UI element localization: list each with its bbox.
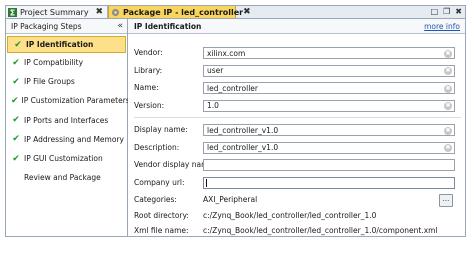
step-label: IP File Groups	[24, 77, 75, 87]
library-field[interactable]: user ✖	[203, 64, 455, 77]
section-title: IP Identification	[134, 21, 202, 31]
maximize-icon[interactable]: ❐	[443, 7, 450, 17]
xml-file-name-label: Xml file name:	[134, 226, 189, 235]
description-label: Description:	[134, 142, 180, 152]
display-name-value: led_controller_v1.0	[207, 125, 279, 135]
categories-row: Categories:	[134, 193, 204, 206]
company-url-field[interactable]	[203, 176, 455, 189]
version-field[interactable]: 1.0 ✖	[203, 99, 455, 112]
sigma-icon: Σ	[8, 7, 17, 17]
step-ip-ports-and-interfaces[interactable]: ✔ IP Ports and Interfaces	[6, 111, 127, 130]
categories-label: Categories:	[134, 195, 177, 204]
check-icon: ✔	[12, 134, 20, 145]
vendor-row: Vendor:	[134, 46, 204, 59]
package-ip-window: Σ Project Summary ✖ Package IP - led_con…	[5, 5, 466, 237]
categories-value: AXI_Peripheral	[203, 195, 258, 204]
close-icon[interactable]: ✖	[243, 7, 251, 17]
company-url-label: Company url:	[134, 177, 185, 187]
clear-icon[interactable]: ✖	[444, 84, 452, 93]
xml-file-name-value: c:/Zynq_Book/led_controller/led_controll…	[203, 226, 438, 235]
edit-categories-button[interactable]: ...	[439, 193, 453, 207]
step-label: IP GUI Customization	[24, 154, 103, 164]
display-name-label: Display name:	[134, 125, 188, 134]
check-icon: ✔	[12, 76, 20, 87]
company-url-row: Company url:	[134, 176, 204, 189]
library-row: Library:	[134, 64, 204, 77]
step-label: IP Customization Parameters	[21, 96, 130, 106]
name-label: Name:	[134, 83, 159, 92]
vendor-display-name-label: Vendor display name:	[134, 160, 216, 169]
check-icon: ✔	[14, 39, 22, 50]
step-review-and-package[interactable]: Review and Package	[6, 168, 127, 187]
library-value: user	[207, 66, 224, 75]
step-ip-addressing-and-memory[interactable]: ✔ IP Addressing and Memory	[6, 130, 127, 149]
vendor-field[interactable]: xilinx.com ✖	[203, 47, 455, 59]
vendor-label: Vendor:	[134, 48, 163, 57]
divider	[134, 117, 461, 118]
close-icon[interactable]: ✖	[95, 7, 103, 17]
clear-icon[interactable]: ✖	[444, 102, 452, 110]
step-label: IP Identification	[26, 40, 94, 49]
gear-icon	[111, 8, 120, 17]
check-icon: ✔	[12, 115, 20, 126]
ip-packaging-steps-panel: IP Packaging Steps « ✔ IP Identification…	[6, 19, 130, 236]
xml-file-name-row: Xml file name:	[134, 224, 204, 236]
vendor-display-name-row: Vendor display name:	[134, 158, 216, 171]
step-ip-identification[interactable]: ✔ IP Identification	[7, 36, 126, 53]
identification-header: IP Identification more info	[128, 19, 465, 34]
root-directory-value: c:/Zynq_Book/led_controller/led_controll…	[203, 211, 377, 220]
check-icon: ✔	[12, 153, 20, 164]
collapse-icon[interactable]: «	[117, 21, 123, 31]
name-field[interactable]: led_controller ✖	[203, 82, 455, 94]
version-row: Version:	[134, 99, 204, 112]
vendor-value: xilinx.com	[207, 48, 246, 58]
root-directory-row: Root directory:	[134, 209, 204, 222]
library-label: Library:	[134, 65, 163, 75]
display-name-field[interactable]: led_controller_v1.0 ✖	[203, 124, 455, 136]
description-field[interactable]: led_controller_v1.0 ✖	[203, 141, 455, 154]
tab-label: Package IP - led_controller	[123, 7, 244, 17]
check-icon: ✔	[11, 95, 19, 106]
clear-icon[interactable]: ✖	[444, 49, 452, 58]
display-name-row: Display name:	[134, 123, 204, 136]
svg-text:Σ: Σ	[10, 8, 15, 17]
tab-label: Project Summary	[20, 7, 89, 17]
step-label: IP Compatibility	[24, 58, 84, 68]
steps-header: IP Packaging Steps «	[6, 19, 127, 34]
tab-bar: Σ Project Summary ✖ Package IP - led_con…	[6, 6, 465, 19]
close-window-icon[interactable]: ✖	[455, 7, 462, 17]
more-info-link[interactable]: more info	[424, 22, 460, 31]
step-label: Review and Package	[24, 173, 101, 183]
description-row: Description:	[134, 141, 204, 154]
vendor-display-name-field[interactable]	[203, 159, 455, 171]
step-label: IP Addressing and Memory	[24, 134, 124, 144]
step-ip-customization-parameters[interactable]: ✔ IP Customization Parameters	[6, 91, 130, 110]
name-value: led_controller	[207, 83, 258, 93]
tab-project-summary[interactable]: Σ Project Summary ✖	[6, 6, 108, 18]
step-ip-gui-customization[interactable]: ✔ IP GUI Customization	[6, 149, 127, 168]
clear-icon[interactable]: ✖	[444, 67, 452, 75]
version-label: Version:	[134, 100, 165, 110]
ip-identification-panel: IP Identification more info Vendor: xili…	[128, 19, 465, 236]
tab-package-ip[interactable]: Package IP - led_controller ✖	[108, 6, 251, 18]
step-label: IP Ports and Interfaces	[24, 115, 109, 125]
name-row: Name:	[134, 81, 204, 94]
steps-title: IP Packaging Steps	[11, 21, 82, 31]
root-directory-label: Root directory:	[134, 211, 189, 220]
step-ip-compatibility[interactable]: ✔ IP Compatibility	[6, 53, 127, 72]
step-ip-file-groups[interactable]: ✔ IP File Groups	[6, 72, 127, 91]
clear-icon[interactable]: ✖	[444, 144, 452, 152]
version-value: 1.0	[207, 101, 219, 110]
check-icon: ✔	[12, 57, 20, 68]
text-caret	[206, 178, 207, 187]
restore-icon[interactable]: □	[431, 7, 439, 17]
description-value: led_controller_v1.0	[207, 143, 279, 152]
clear-icon[interactable]: ✖	[444, 126, 452, 135]
window-controls: □ ❐ ✖	[431, 7, 462, 17]
